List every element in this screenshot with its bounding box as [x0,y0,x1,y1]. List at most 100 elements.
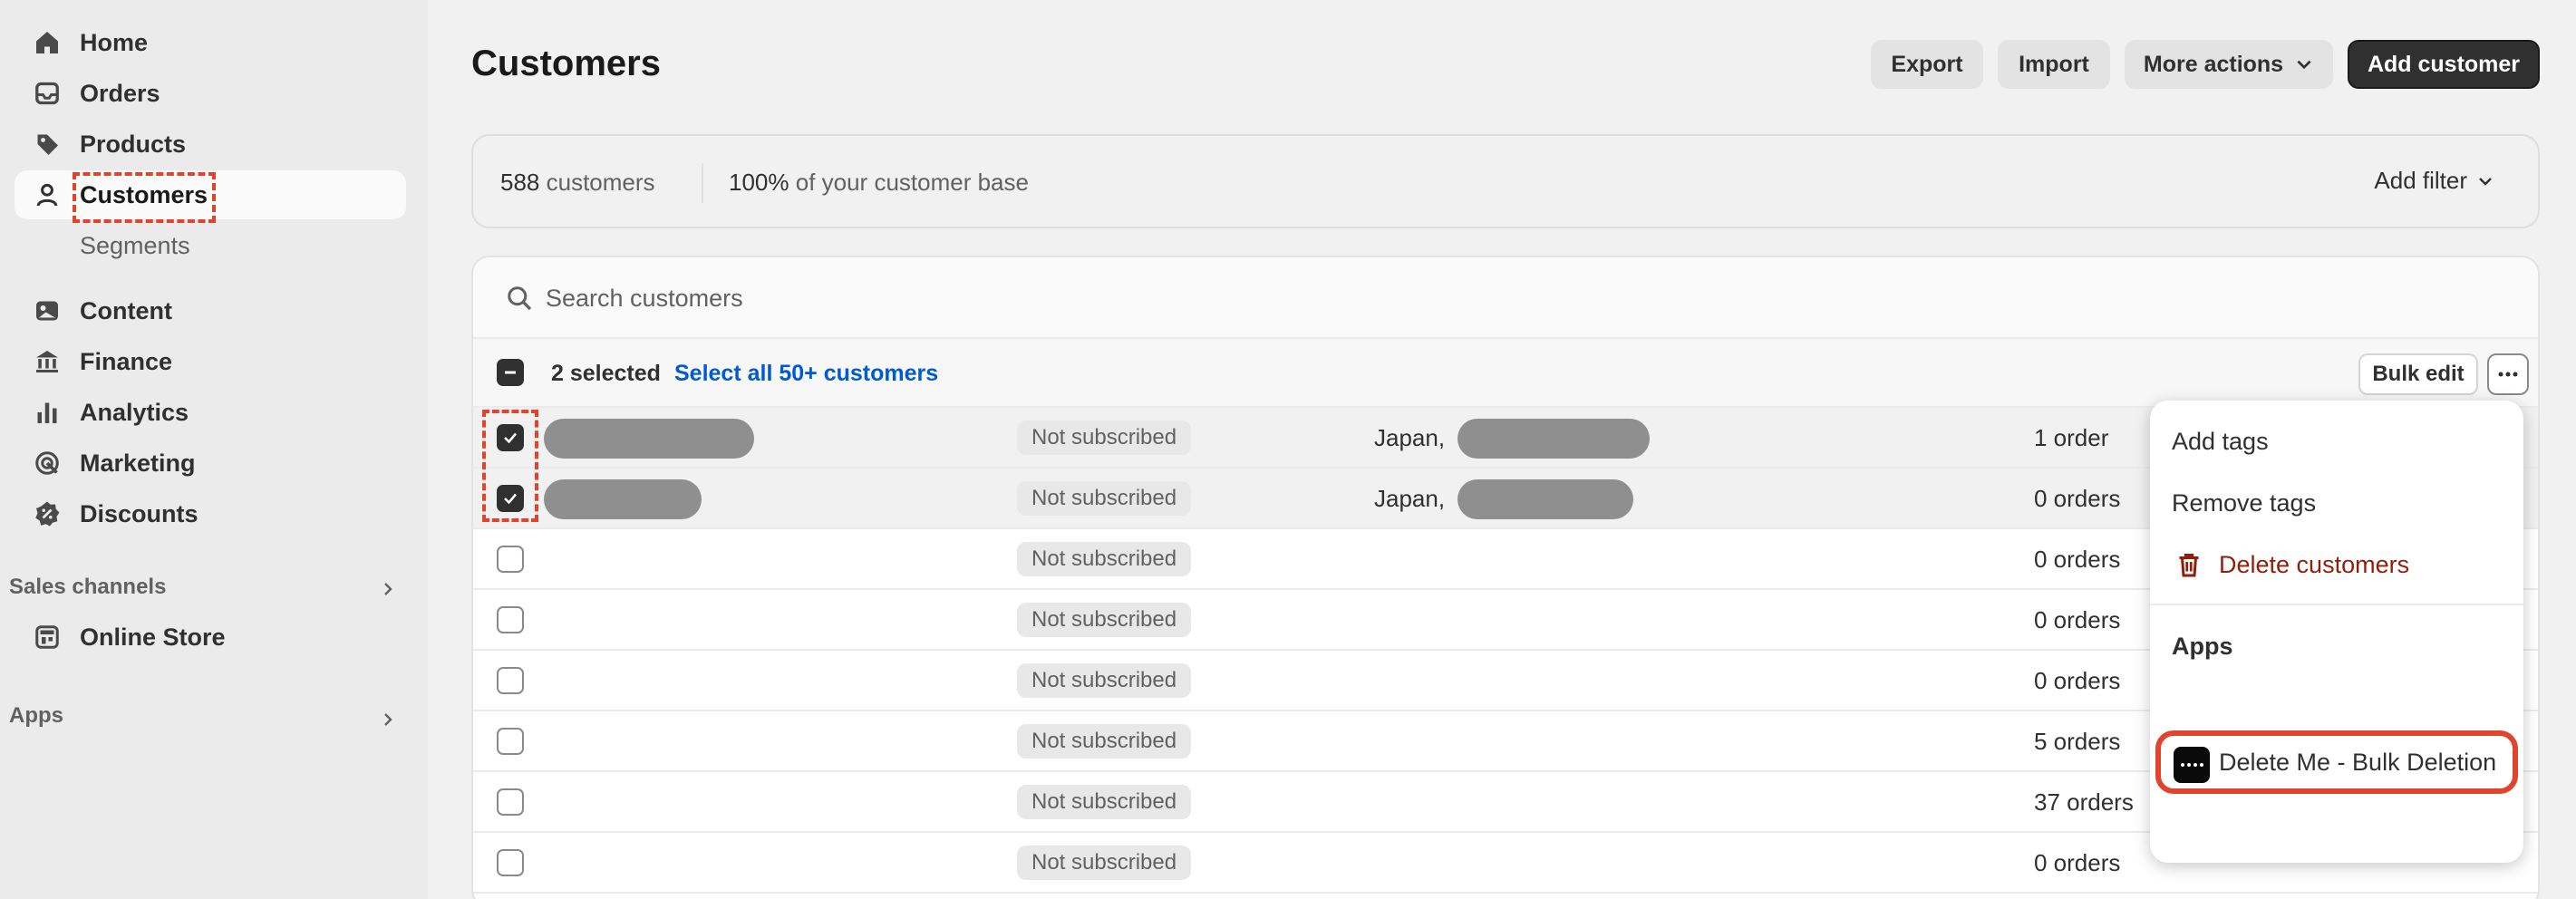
sidebar-item-products[interactable]: Products [15,120,406,169]
sidebar-item-marketing[interactable]: Marketing [15,439,406,488]
divider [2150,604,2523,605]
sidebar-item-content[interactable]: Content [15,286,406,335]
sidebar-item-label: Orders [80,79,160,107]
redacted-name [544,419,754,459]
chevron-right-icon[interactable] [379,580,397,598]
add-tags-menu-item[interactable]: Add tags [2172,428,2269,456]
add-customer-button[interactable]: Add customer [2348,40,2540,89]
orders-cell: 0 orders [2034,546,2121,573]
status-badge: Not subscribed [1017,481,1192,516]
more-actions-button[interactable]: More actions [2125,40,2333,89]
sidebar-item-label: Discounts [80,499,199,527]
row-checkbox[interactable] [497,667,524,694]
status-badge: Not subscribed [1017,724,1192,759]
store-icon [33,623,62,652]
orders-cell: 5 orders [2034,728,2121,755]
sidebar-item-segments[interactable]: Segments [15,221,406,270]
row-checkbox[interactable] [497,728,524,755]
inbox-icon [33,79,62,108]
search-icon [508,286,532,311]
sidebar-item-label: Products [80,130,187,158]
customer-count-label: customers [546,169,655,196]
sidebar-item-orders[interactable]: Orders [15,69,406,118]
select-all-link[interactable]: Select all 50+ customers [674,361,938,387]
percent-value: 100% [729,169,789,196]
row-checkbox[interactable] [497,546,524,573]
status-badge: Not subscribed [1017,542,1192,576]
person-icon [33,180,62,209]
status-badge: Not subscribed [1017,846,1192,880]
row-checkbox[interactable] [497,485,524,512]
remove-tags-menu-item[interactable]: Remove tags [2172,489,2316,517]
discount-icon [33,499,62,528]
bank-icon [33,347,62,376]
row-checkbox[interactable] [497,606,524,633]
row-checkbox[interactable] [497,849,524,876]
sidebar-item-label: Home [80,28,149,56]
target-icon [33,449,62,478]
sidebar-item-label: Customers [80,180,208,208]
row-checkbox[interactable] [497,424,524,451]
sidebar-item-label: Analytics [80,398,189,426]
orders-cell: 1 order [2034,424,2109,451]
sidebar-item-online-store[interactable]: Online Store [15,613,406,662]
sidebar-item-customers[interactable]: Customers [15,170,406,219]
sidebar-item-discounts[interactable]: Discounts [15,489,406,538]
sidebar-item-label: Segments [80,231,190,259]
ellipsis-icon [2498,372,2518,377]
search-input[interactable]: Search customers [546,285,743,313]
export-button[interactable]: Export [1871,40,1983,89]
chevron-down-icon [2297,60,2311,70]
status-badge: Not subscribed [1017,420,1192,455]
page-title: Customers [471,44,661,83]
trash-icon [2179,554,2199,577]
delete-customers-menu-item[interactable]: Delete customers [2219,551,2409,579]
minus-icon [505,371,516,374]
customer-count-value: 588 [500,169,540,196]
search-bar[interactable]: Search customers [473,257,2538,339]
select-all-checkbox[interactable] [497,359,524,386]
orders-cell: 0 orders [2034,849,2121,876]
orders-cell: 0 orders [2034,667,2121,694]
chevron-right-icon[interactable] [379,710,397,729]
redacted-location [1457,419,1650,459]
home-icon [33,28,62,57]
bulk-actions-menu: Add tags Remove tags Delete customers Ap… [2150,401,2523,863]
check-icon [504,432,517,444]
tag-icon [33,130,62,159]
add-filter-button[interactable]: Add filter [2374,167,2494,195]
delete-me-app-menu-item[interactable]: Delete Me - Bulk Deletion [2219,749,2496,777]
sidebar-item-analytics[interactable]: Analytics [15,388,406,437]
check-icon [504,493,517,505]
sales-channels-heading[interactable]: Sales channels [9,575,166,600]
sidebar-item-home[interactable]: Home [15,18,406,67]
status-badge: Not subscribed [1017,785,1192,819]
bulk-edit-button[interactable]: Bulk edit [2358,353,2478,395]
sidebar-item-label: Content [80,296,172,324]
sidebar-item-label: Marketing [80,449,196,477]
divider [702,163,703,203]
import-button[interactable]: Import [1998,40,2110,89]
status-badge: Not subscribed [1017,603,1192,637]
more-actions-label: More actions [2143,51,2284,77]
sidebar-item-label: Online Store [80,623,226,651]
app-icon [2174,747,2210,783]
customer-count: 588 customers [500,169,655,197]
stats-bar: 588 customers 100% of your customer base… [471,134,2540,228]
row-checkbox[interactable] [497,788,524,816]
location-cell: Japan, [1374,485,1446,512]
sidebar-item-label: Finance [80,347,173,375]
more-options-button[interactable] [2487,353,2529,395]
add-filter-label: Add filter [2374,167,2467,194]
image-icon [33,296,62,325]
sidebar: Home Orders Products Customers Segments … [0,0,428,899]
location-cell: Japan, [1374,424,1446,451]
apps-heading[interactable]: Apps [9,703,63,729]
chevron-down-icon [2479,177,2492,186]
customer-base-percent: 100% of your customer base [729,169,1029,197]
orders-cell: 0 orders [2034,485,2121,512]
orders-cell: 0 orders [2034,606,2121,633]
bar-chart-icon [33,398,62,427]
percent-label: of your customer base [795,169,1029,196]
sidebar-item-finance[interactable]: Finance [15,337,406,386]
